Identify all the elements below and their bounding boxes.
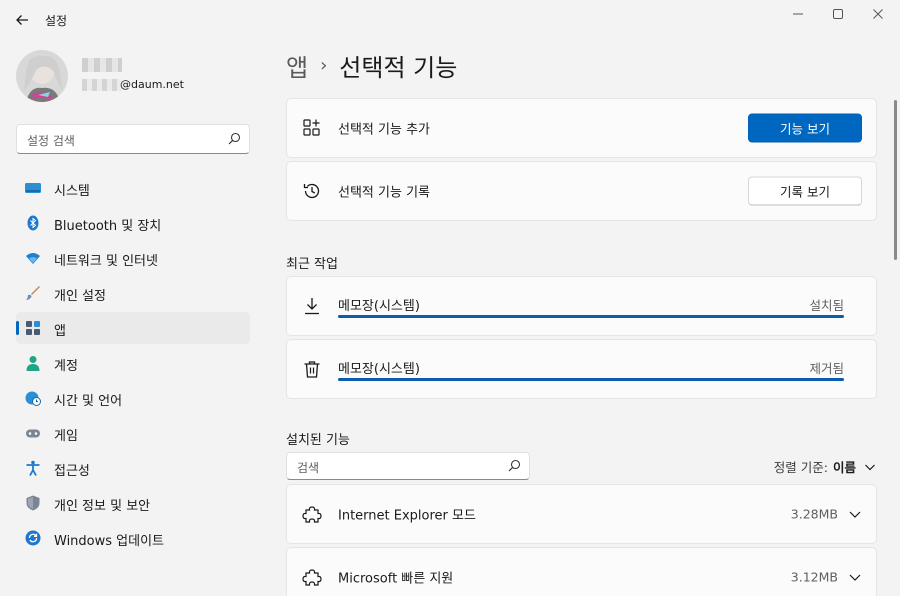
sidebar-item-windows-update[interactable]: Windows 업데이트 [16, 522, 250, 554]
user-name-blurred [82, 58, 122, 72]
sidebar-item-label: 네트워크 및 인터넷 [54, 254, 158, 269]
shield-icon [26, 495, 40, 511]
view-history-button[interactable]: 기록 보기 [748, 176, 862, 206]
title-bar: 설정 [0, 0, 900, 40]
breadcrumb-separator: › [320, 54, 328, 76]
task-progress-bar [338, 315, 844, 318]
puzzle-icon [302, 569, 322, 586]
breadcrumb: 앱 › 선택적 기능 [286, 48, 457, 82]
user-email-blurred [82, 79, 122, 91]
feature-name: Microsoft 빠른 지원 [338, 571, 454, 587]
sidebar-item-label: 시스템 [54, 184, 90, 199]
search-icon [508, 459, 521, 472]
puzzle-icon [302, 506, 322, 523]
sort-label: 정렬 기준: [773, 460, 828, 475]
accessibility-icon [26, 460, 40, 476]
sidebar-nav: 시스템 Bluetooth 및 장치 네트워크 및 인터넷 개인 설정 앱 계정… [16, 172, 250, 557]
sidebar-item-label: 앱 [54, 324, 66, 339]
recent-task-row: 메모장(시스템) 제거됨 [286, 339, 877, 399]
bluetooth-icon [27, 215, 39, 231]
gamepad-icon [26, 429, 40, 438]
sidebar-item-label: 접근성 [54, 464, 90, 479]
globe-clock-icon [25, 391, 41, 406]
installed-features-heading: 설치된 기능 [286, 433, 350, 448]
sidebar-item-time-language[interactable]: 시간 및 언어 [16, 382, 250, 414]
maximize-icon [833, 9, 843, 19]
sidebar-item-system[interactable]: 시스템 [16, 172, 250, 204]
sidebar-item-apps[interactable]: 앱 [16, 312, 250, 344]
optional-feature-history-card: 선택적 기능 기록 기록 보기 [286, 161, 877, 221]
task-status: 제거됨 [809, 361, 844, 376]
download-icon [305, 298, 319, 315]
add-feature-icon [303, 119, 320, 136]
system-icon [25, 183, 41, 193]
view-features-button[interactable]: 기능 보기 [748, 113, 862, 143]
chevron-down-icon[interactable] [848, 507, 862, 521]
task-progress-bar [338, 378, 844, 381]
apps-icon [26, 321, 40, 335]
sidebar-item-bluetooth[interactable]: Bluetooth 및 장치 [16, 207, 250, 239]
sidebar-item-label: 개인 정보 및 보안 [54, 499, 151, 514]
feature-name: Internet Explorer 모드 [338, 508, 476, 524]
feature-size: 3.28MB [790, 506, 838, 522]
minimize-icon [793, 13, 803, 15]
chevron-down-icon[interactable] [848, 570, 862, 584]
search-placeholder: 검색 [297, 461, 320, 475]
feature-size: 3.12MB [790, 569, 838, 585]
task-name: 메모장(시스템) [338, 299, 420, 314]
installed-feature-row[interactable]: Microsoft 빠른 지원 3.12MB [286, 547, 877, 596]
sidebar-item-label: 개인 설정 [54, 289, 106, 304]
page-title: 선택적 기능 [339, 53, 458, 82]
task-status: 설치됨 [809, 298, 844, 313]
avatar [16, 50, 68, 102]
breadcrumb-parent-link[interactable]: 앱 [286, 48, 308, 83]
sidebar-item-gaming[interactable]: 게임 [16, 417, 250, 449]
installed-features-search-input[interactable]: 검색 [286, 452, 530, 480]
history-icon [303, 183, 320, 199]
wifi-icon [26, 253, 40, 264]
sidebar-item-label: Bluetooth 및 장치 [54, 219, 162, 234]
task-progress-fill [338, 315, 844, 318]
update-icon [25, 530, 41, 546]
trash-icon [304, 361, 320, 378]
task-progress-fill [338, 378, 844, 381]
chevron-down-icon [865, 464, 875, 470]
feature-history-label: 선택적 기능 기록 [338, 185, 430, 201]
add-feature-label: 선택적 기능 추가 [338, 122, 430, 138]
sidebar-item-label: 게임 [54, 429, 78, 444]
app-title: 설정 [45, 14, 68, 28]
sidebar-item-label: 시간 및 언어 [54, 394, 123, 409]
back-button[interactable] [10, 8, 34, 32]
installed-feature-row[interactable]: Internet Explorer 모드 3.28MB [286, 484, 877, 544]
sidebar-item-accessibility[interactable]: 접근성 [16, 452, 250, 484]
recent-actions-heading: 최근 작업 [286, 257, 338, 272]
sidebar-item-label: Windows 업데이트 [54, 534, 165, 549]
close-button[interactable] [863, 4, 893, 24]
account-icon [26, 356, 40, 371]
user-email: @daum.net [120, 78, 184, 91]
sidebar-item-accounts[interactable]: 계정 [16, 347, 250, 379]
user-profile[interactable]: @daum.net [16, 50, 256, 104]
settings-search-input[interactable]: 설정 검색 [16, 124, 250, 154]
sort-value: 이름 [832, 460, 856, 475]
task-name: 메모장(시스템) [338, 362, 420, 377]
search-placeholder: 설정 검색 [27, 134, 75, 148]
maximize-button[interactable] [823, 4, 853, 24]
sidebar-item-privacy[interactable]: 개인 정보 및 보안 [16, 487, 250, 519]
minimize-button[interactable] [783, 4, 813, 24]
add-optional-feature-card: 선택적 기능 추가 기능 보기 [286, 98, 877, 158]
close-icon [873, 9, 883, 19]
recent-task-row: 메모장(시스템) 설치됨 [286, 276, 877, 336]
search-icon [228, 132, 241, 145]
brush-icon [26, 286, 40, 300]
sidebar-item-personalization[interactable]: 개인 설정 [16, 277, 250, 309]
back-arrow-icon [16, 15, 28, 25]
avatar-image [16, 50, 68, 102]
scrollbar-thumb[interactable] [894, 100, 897, 260]
sidebar-item-label: 계정 [54, 359, 78, 374]
sort-dropdown[interactable]: 정렬 기준: 이름 [774, 457, 876, 476]
sidebar-item-network[interactable]: 네트워크 및 인터넷 [16, 242, 250, 274]
